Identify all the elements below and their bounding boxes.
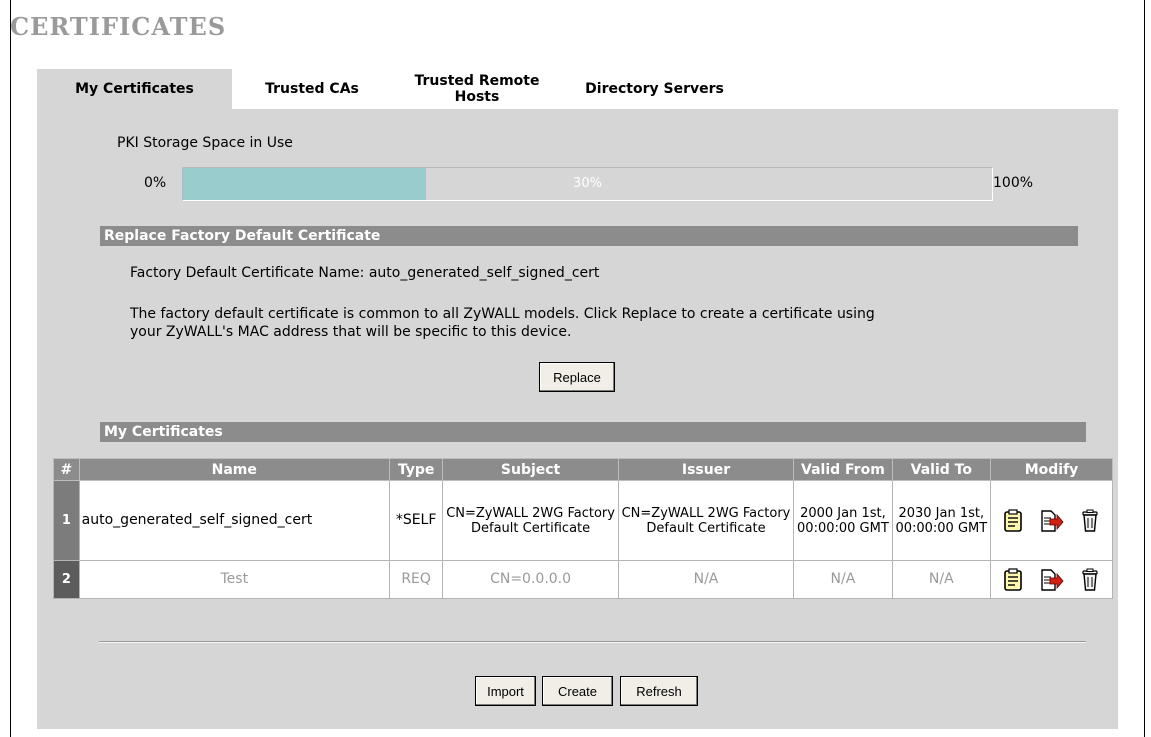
export-icon[interactable]: [1040, 568, 1065, 592]
replace-button[interactable]: Replace: [539, 362, 615, 392]
cert-valid-from: 2000 Jan 1st, 00:00:00 GMT: [793, 480, 893, 561]
cert-subject: CN=0.0.0.0: [442, 560, 619, 599]
factory-cert-info-line2: your ZyWALL's MAC address that will be s…: [130, 324, 572, 340]
column-header-subject: Subject: [442, 458, 619, 481]
certificates-panel: PKI Storage Space in Use 0% 30% 100% Rep…: [37, 109, 1118, 729]
table-row: 2 Test REQ CN=0.0.0.0 N/A N/A N/A: [53, 560, 1113, 599]
cert-modify-cell: [990, 480, 1113, 561]
my-certificates-section-header: My Certificates: [100, 422, 1086, 442]
replace-section-header: Replace Factory Default Certificate: [100, 226, 1078, 246]
storage-usage-bar: 30%: [182, 167, 993, 201]
storage-percent-label: 30%: [573, 176, 602, 191]
column-header-valid-from: Valid From: [793, 458, 893, 481]
factory-cert-info-line1: The factory default certificate is commo…: [130, 306, 875, 322]
tab-bar: My Certificates Trusted CAs Trusted Remo…: [37, 69, 747, 109]
storage-label: PKI Storage Space in Use: [117, 135, 293, 151]
footer-divider: [99, 641, 1086, 643]
tab-trusted-cas[interactable]: Trusted CAs: [232, 69, 392, 109]
column-header-type: Type: [388, 458, 444, 481]
tab-trusted-remote-hosts[interactable]: Trusted Remote Hosts: [392, 69, 562, 109]
factory-cert-name-text: Factory Default Certificate Name: auto_g…: [130, 265, 600, 281]
column-header-issuer: Issuer: [617, 458, 795, 481]
row-number: 2: [53, 560, 80, 599]
cert-name: Test: [78, 560, 390, 599]
tab-my-certificates[interactable]: My Certificates: [37, 69, 232, 109]
column-header-valid-to: Valid To: [891, 458, 992, 481]
refresh-button[interactable]: Refresh: [620, 676, 698, 706]
column-header-name: Name: [78, 458, 390, 481]
tab-directory-servers[interactable]: Directory Servers: [562, 69, 747, 109]
certificates-table: # Name Type Subject Issuer Valid From Va…: [53, 458, 1113, 599]
cert-type: *SELF: [388, 480, 444, 561]
cert-subject: CN=ZyWALL 2WG Factory Default Certificat…: [442, 480, 619, 561]
storage-max-label: 100%: [993, 175, 1034, 191]
cert-valid-to: 2030 Jan 1st, 00:00:00 GMT: [891, 480, 992, 561]
cert-issuer: N/A: [617, 560, 795, 599]
table-row: 1 auto_generated_self_signed_cert *SELF …: [53, 480, 1113, 561]
page-title: CERTIFICATES: [10, 12, 227, 41]
create-button[interactable]: Create: [542, 676, 613, 706]
cert-name: auto_generated_self_signed_cert: [78, 480, 390, 561]
details-icon[interactable]: [1002, 567, 1024, 592]
cert-valid-from: N/A: [793, 560, 893, 599]
export-icon[interactable]: [1040, 509, 1065, 533]
cert-type: REQ: [388, 560, 444, 599]
table-header-row: # Name Type Subject Issuer Valid From Va…: [53, 458, 1113, 481]
delete-icon[interactable]: [1079, 509, 1101, 533]
details-icon[interactable]: [1002, 508, 1024, 533]
cert-issuer: CN=ZyWALL 2WG Factory Default Certificat…: [617, 480, 795, 561]
column-header-number: #: [53, 458, 80, 481]
delete-icon[interactable]: [1079, 568, 1101, 592]
cert-modify-cell: [990, 560, 1113, 599]
import-button[interactable]: Import: [475, 676, 536, 706]
column-header-modify: Modify: [990, 458, 1113, 481]
storage-min-label: 0%: [144, 175, 167, 191]
row-number: 1: [53, 480, 80, 561]
cert-valid-to: N/A: [891, 560, 992, 599]
